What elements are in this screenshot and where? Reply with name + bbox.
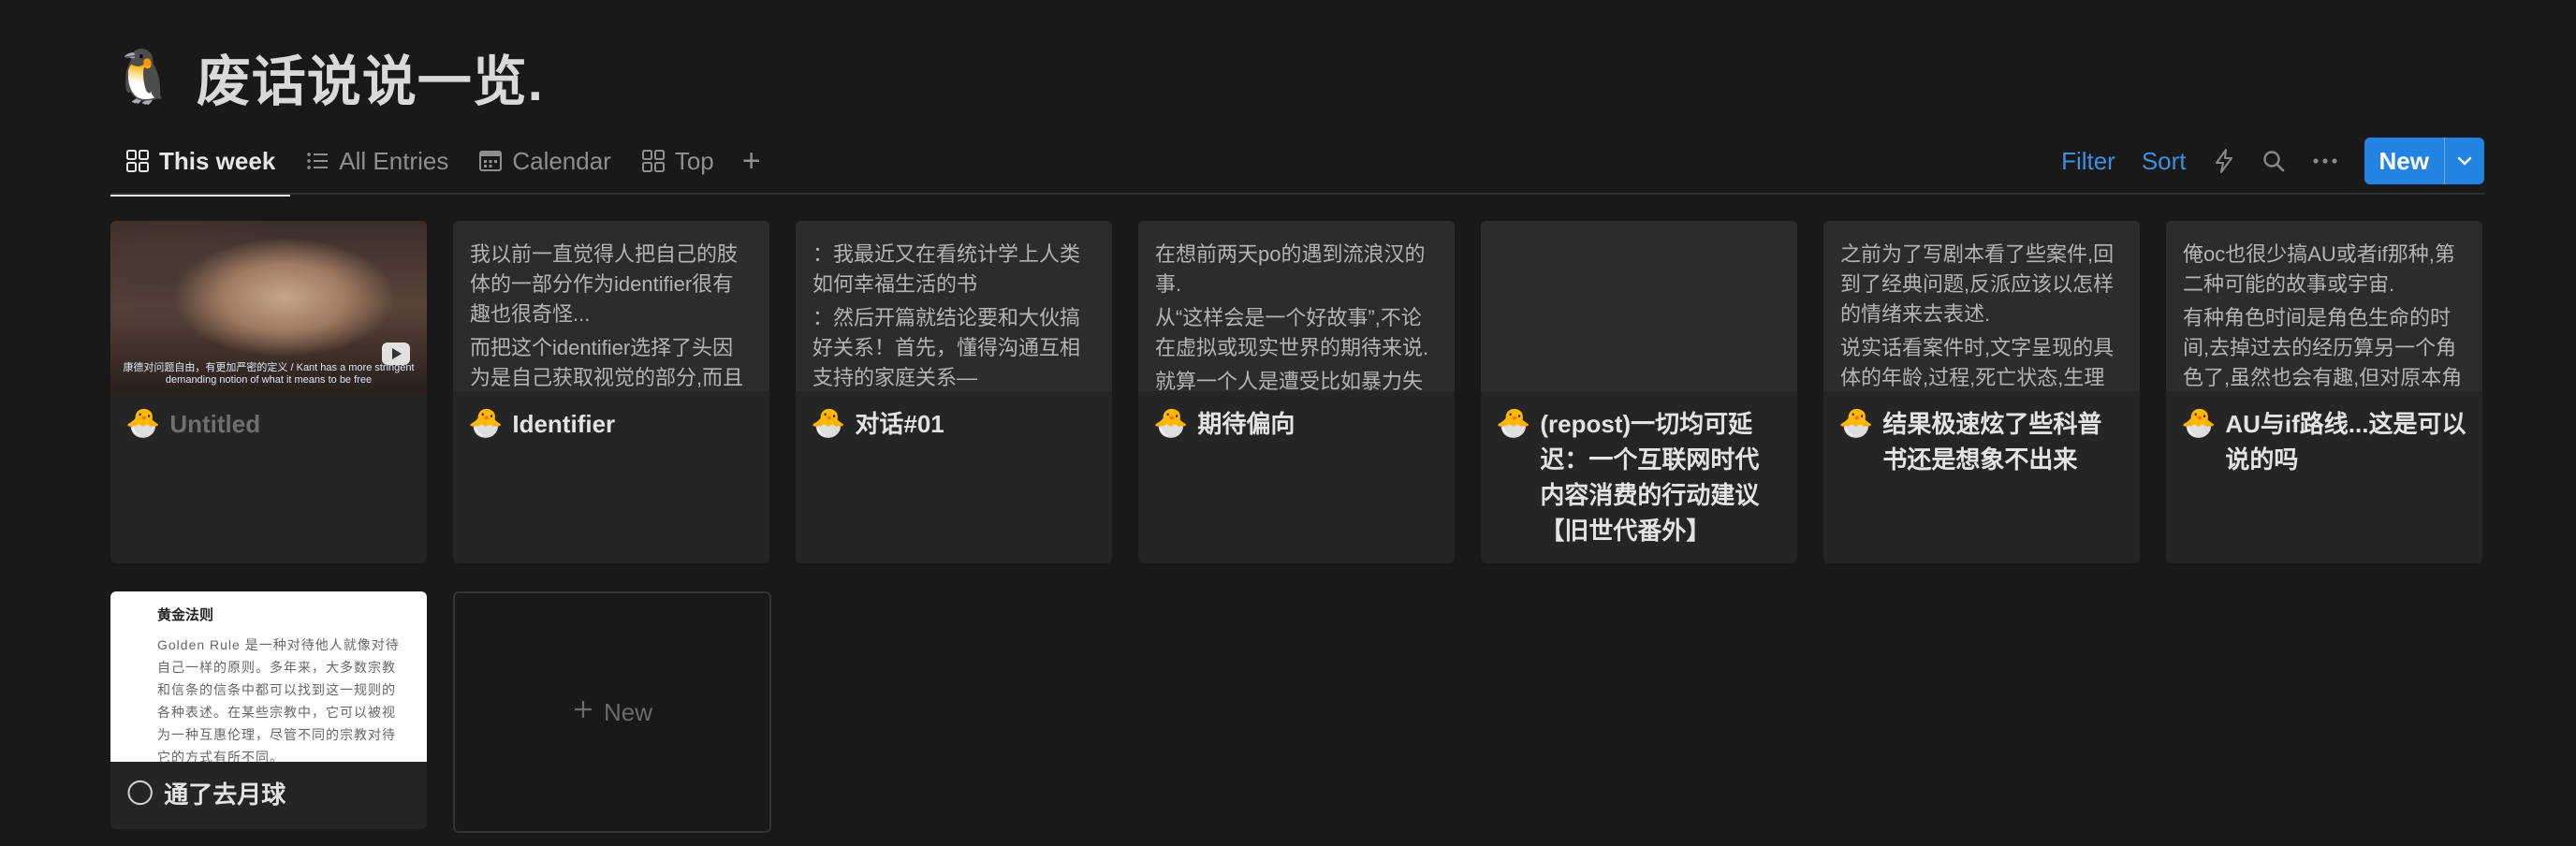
add-new-label: New	[603, 697, 652, 726]
card-content-preview: 之前为了写剧本看了些案件,回到了经典问题,反派应该以怎样的情绪来去表述. 说实话…	[1823, 221, 2140, 391]
page-header: 🐧 废话说说一览.	[110, 39, 544, 114]
chick-icon: 🐣	[2181, 408, 2217, 439]
view-tabs: This week All Entries Calendar Top +	[110, 137, 774, 197]
document-heading: 黄金法则	[157, 607, 214, 623]
preview-paragraph: 有种角色时间是角色生命的时间,去掉过去的经历算另一个角色了,虽然也会有趣,但对原…	[2183, 306, 2463, 389]
card-title: 通了去月球	[164, 780, 286, 809]
list-icon	[305, 149, 329, 173]
gallery-card[interactable]: 在想前两天po的遇到流浪汉的事. 从“这样会是一个好故事”,不论在虚拟或现实世界…	[1138, 221, 1455, 563]
card-title: 期待偏向	[1197, 410, 1295, 438]
add-new-card[interactable]: New	[453, 591, 771, 833]
chick-icon: 🐣	[125, 408, 161, 439]
document-text: Golden Rule 是一种对待他人就像对待自己一样的原则。多年来，大多数宗教…	[157, 637, 400, 762]
image-caption: 康德对问题自由，有更加严密的定义 / Kant has a more strin…	[123, 362, 415, 386]
preview-paragraph: 之前为了写剧本看了些案件,回到了经典问题,反派应该以怎样的情绪来去表述.	[1840, 242, 2115, 326]
preview-paragraph: 就算一个人是遭受比如暴力失	[1155, 370, 1424, 391]
chick-icon: 🐣	[468, 408, 504, 439]
card-body: 🐣 AU与if路线...这是可以说的吗	[2166, 391, 2482, 477]
preview-paragraph: ：我最近又在看统计学上人类如何幸福生活的书	[812, 242, 1081, 296]
page-root: 🐧 废话说说一览. This week All Entries Calendar	[0, 0, 2576, 846]
card-body: 🐣 结果极速炫了些科普书还是想象不出来	[1823, 391, 2140, 477]
card-content-preview: 在想前两天po的遇到流浪汉的事. 从“这样会是一个好故事”,不论在虚拟或现实世界…	[1138, 221, 1455, 391]
search-icon[interactable]	[2261, 149, 2286, 173]
card-title: AU与if路线...这是可以说的吗	[2225, 410, 2466, 474]
lightning-icon[interactable]	[2213, 148, 2235, 174]
preview-paragraph: ：然后开篇就结论要和大伙搞好关系！首先，懂得沟通互相支持的家庭关系—	[812, 306, 1081, 389]
gallery-card[interactable]: ：我最近又在看统计学上人类如何幸福生活的书 ：然后开篇就结论要和大伙搞好关系！首…	[796, 221, 1112, 563]
gallery-card[interactable]: 我以前一直觉得人把自己的肢体的一部分作为identifier很有趣也很奇怪...…	[453, 221, 769, 563]
database-toolbar: Filter Sort New	[2061, 137, 2484, 185]
new-button[interactable]: New	[2364, 138, 2444, 184]
card-title: Untitled	[169, 410, 261, 438]
card-body: 🐣 Identifier	[453, 391, 769, 442]
new-button-group: New	[2364, 138, 2484, 184]
tab-label: Calendar	[512, 146, 611, 175]
page-title[interactable]: 废话说说一览.	[197, 37, 544, 116]
document-preview: 黄金法则 Golden Rule 是一种对待他人就像对待自己一样的原则。多年来，…	[110, 591, 427, 762]
video-icon	[382, 343, 410, 365]
card-content-preview: 俺oc也很少搞AU或者if那种,第二种可能的故事或宇宙. 有种角色时间是角色生命…	[2166, 221, 2482, 391]
filter-button[interactable]: Filter	[2061, 147, 2115, 176]
card-body: 🐣 (repost)一切均可延迟：一个互联网时代内容消费的行动建议【旧世代番外】	[1481, 391, 1797, 548]
tab-top[interactable]: Top	[626, 137, 729, 185]
card-body: 🌕 通了去月球	[110, 762, 427, 812]
card-content-preview: 我以前一直觉得人把自己的肢体的一部分作为identifier很有趣也很奇怪...…	[453, 221, 769, 391]
card-content-preview: 黄金法则 Golden Rule 是一种对待他人就像对待自己一样的原则。多年来，…	[110, 591, 427, 762]
page-icon[interactable]: 🐧	[110, 51, 176, 103]
preview-paragraph: 俺oc也很少搞AU或者if那种,第二种可能的故事或宇宙.	[2183, 242, 2455, 296]
more-options-icon[interactable]	[2312, 156, 2338, 166]
sort-button[interactable]: Sort	[2142, 147, 2187, 176]
tab-this-week[interactable]: This week	[110, 137, 291, 197]
preview-paragraph: 在想前两天po的遇到流浪汉的事.	[1155, 242, 1426, 296]
chick-icon: 🐣	[1153, 408, 1189, 439]
add-view-icon[interactable]: +	[729, 145, 774, 177]
tab-label: Top	[674, 146, 714, 175]
gallery-card[interactable]: 之前为了写剧本看了些案件,回到了经典问题,反派应该以怎样的情绪来去表述. 说实话…	[1823, 221, 2140, 563]
preview-paragraph: 从“这样会是一个好故事”,不论在虚拟或现实世界的期待来说.	[1155, 306, 1429, 359]
gallery-icon	[125, 149, 150, 173]
card-cover-image: 康德对问题自由，有更加严密的定义 / Kant has a more strin…	[110, 221, 427, 391]
moon-icon: 🌕	[125, 779, 155, 810]
tab-label: All Entries	[339, 146, 449, 175]
tab-all-entries[interactable]: All Entries	[290, 137, 463, 185]
video-thumbnail: 康德对问题自由，有更加严密的定义 / Kant has a more strin…	[110, 221, 427, 391]
calendar-icon	[478, 149, 503, 173]
gallery-card[interactable]: 俺oc也很少搞AU或者if那种,第二种可能的故事或宇宙. 有种角色时间是角色生命…	[2166, 221, 2482, 563]
chick-icon: 🐣	[1838, 408, 1874, 439]
chick-icon: 🐣	[1496, 408, 1531, 439]
tab-label: This week	[159, 146, 276, 175]
card-content-preview	[1481, 221, 1797, 391]
gallery-card[interactable]: 🐣 (repost)一切均可延迟：一个互联网时代内容消费的行动建议【旧世代番外】	[1481, 221, 1797, 563]
plus-icon	[572, 698, 594, 727]
card-body: 🐣 Untitled	[110, 391, 427, 442]
gallery-icon	[641, 149, 666, 173]
chick-icon: 🐣	[811, 408, 846, 439]
preview-paragraph: 而把这个identifier选择了头因为是自己获取视觉的部分,而且	[470, 336, 744, 389]
tab-calendar[interactable]: Calendar	[463, 137, 626, 185]
card-body: 🐣 期待偏向	[1138, 391, 1455, 442]
tabs-divider	[110, 193, 2484, 195]
card-title: 对话#01	[855, 410, 944, 438]
card-title: (repost)一切均可延迟：一个互联网时代内容消费的行动建议【旧世代番外】	[1540, 410, 1760, 545]
preview-paragraph: 我以前一直觉得人把自己的肢体的一部分作为identifier很有趣也很奇怪...	[470, 242, 739, 326]
preview-paragraph: 说实话看案件时,文字呈现的具体的年龄,过程,死亡状态,生理上	[1840, 336, 2115, 389]
chevron-down-icon[interactable]	[2444, 138, 2484, 184]
card-content-preview: ：我最近又在看统计学上人类如何幸福生活的书 ：然后开篇就结论要和大伙搞好关系！首…	[796, 221, 1112, 391]
gallery-card[interactable]: 黄金法则 Golden Rule 是一种对待他人就像对待自己一样的原则。多年来，…	[110, 591, 427, 829]
card-title: Identifier	[512, 410, 616, 438]
card-title: 结果极速炫了些科普书还是想象不出来	[1882, 410, 2102, 474]
card-body: 🐣 对话#01	[796, 391, 1112, 442]
gallery-card[interactable]: 康德对问题自由，有更加严密的定义 / Kant has a more strin…	[110, 221, 427, 563]
